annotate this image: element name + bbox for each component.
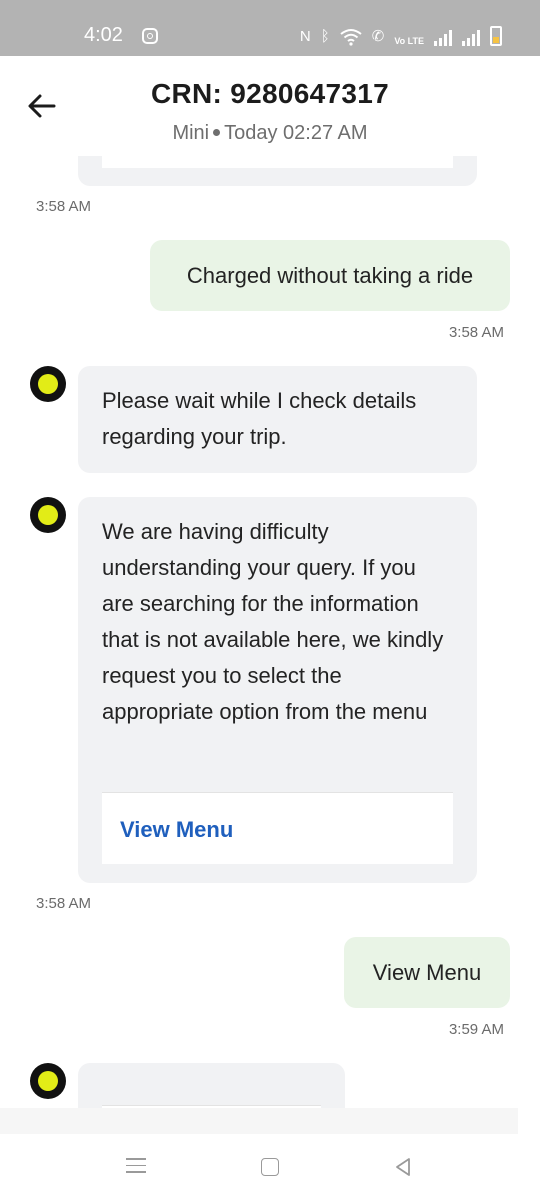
message-text: Please wait while I check details regard…: [102, 388, 417, 449]
user-message-bubble: Charged without taking a ride: [150, 240, 510, 311]
bot-message-bubble: We are having difficulty understanding y…: [78, 497, 477, 883]
status-time: 4:02: [84, 24, 123, 46]
message-text: We are having difficulty understanding y…: [102, 519, 444, 724]
wifi-icon: [340, 29, 362, 46]
message-timestamp: 3:58 AM: [36, 895, 92, 912]
back-triangle-icon[interactable]: [392, 1156, 414, 1178]
bot-avatar: [30, 497, 66, 533]
menu-card: [102, 156, 453, 168]
message-text: View Menu: [372, 959, 482, 985]
message-timestamp: 3:58 AM: [36, 198, 92, 215]
bot-message-bubble: Please wait while I check details regard…: [78, 366, 477, 473]
message-text: Charged without taking a ride: [186, 262, 474, 288]
bot-avatar: [30, 366, 66, 402]
composer-edge: [0, 1108, 518, 1134]
signal-icon: [462, 30, 480, 46]
ride-time: Today 02:27 AM: [224, 122, 368, 144]
chat-header: CRN: 9280647317 Mini Today 02:27 AM: [0, 56, 540, 156]
instagram-icon: [142, 28, 158, 44]
view-menu-card[interactable]: View Menu: [102, 792, 453, 864]
chat-messages[interactable]: 3:58 AM Charged without taking a ride 3:…: [0, 156, 540, 1110]
status-icons: N ᛒ ✆ Vo LTE: [300, 26, 502, 46]
recent-apps-icon[interactable]: [126, 1158, 146, 1176]
bot-message-bubble: [78, 1063, 345, 1110]
battery-icon: [490, 26, 502, 46]
bot-avatar: [30, 1063, 66, 1099]
user-message-bubble: View Menu: [344, 937, 510, 1008]
view-menu-button[interactable]: View Menu: [120, 817, 233, 843]
signal-icon: [434, 30, 452, 46]
status-bar: 4:02 N ᛒ ✆ Vo LTE: [0, 0, 540, 56]
ride-type: Mini: [172, 122, 210, 144]
page-title: CRN: 9280647317: [151, 78, 389, 109]
message-timestamp: 3:58 AM: [448, 324, 504, 341]
bluetooth-icon: ᛒ: [320, 28, 330, 45]
home-icon[interactable]: [261, 1158, 279, 1176]
message-timestamp: 3:59 AM: [448, 1021, 504, 1038]
separator-dot: [213, 128, 221, 136]
nfc-icon: N: [299, 28, 311, 45]
wifi-calling-icon: ✆: [371, 28, 385, 45]
bot-message-bubble: [78, 156, 477, 186]
ride-info: Mini Today 02:27 AM: [0, 122, 540, 145]
volte-icon: Vo LTE: [394, 36, 424, 46]
system-nav-bar: [0, 1134, 540, 1200]
